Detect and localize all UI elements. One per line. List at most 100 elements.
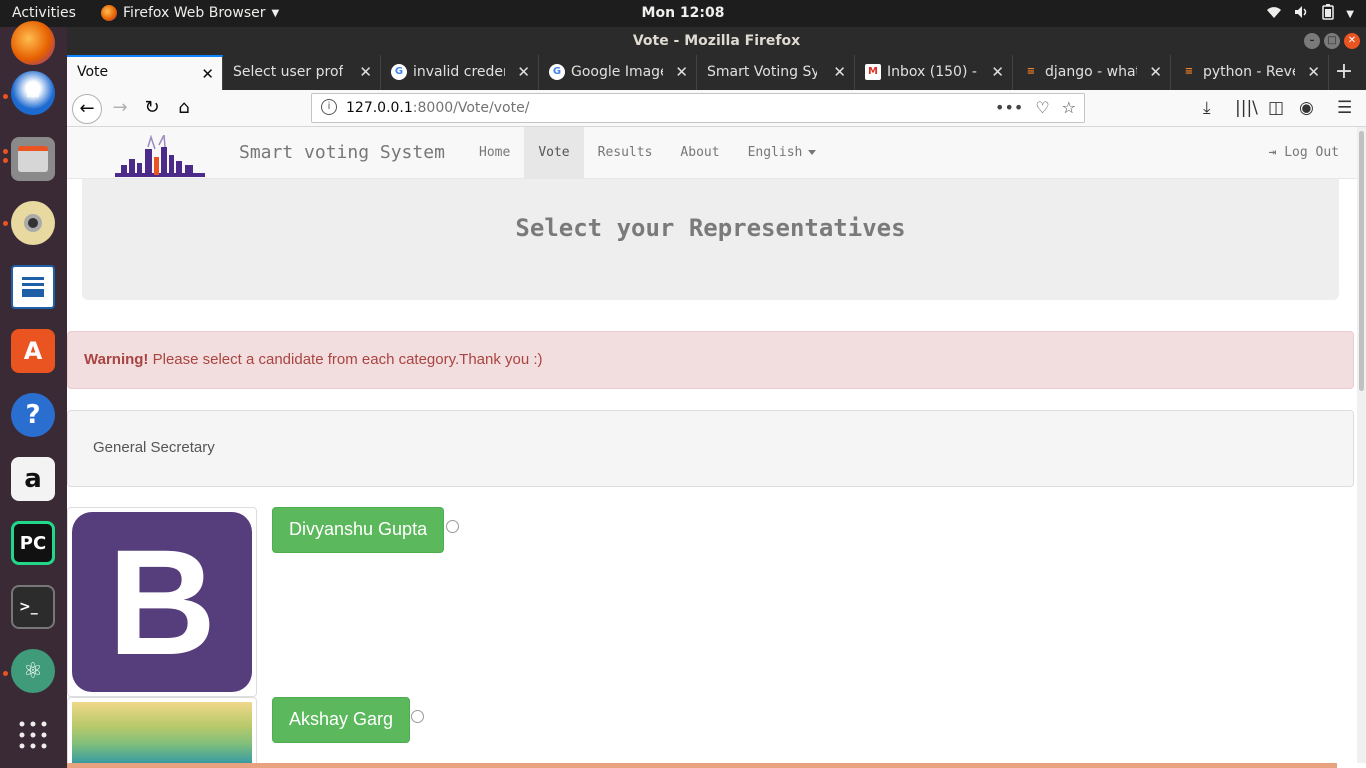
software-center-icon[interactable]: A: [11, 329, 55, 373]
nav-about[interactable]: About: [666, 127, 733, 179]
show-applications-icon[interactable]: [11, 713, 55, 757]
nature-photo-image: [72, 702, 252, 763]
close-icon[interactable]: ✕: [1307, 63, 1320, 81]
tab-select-user-profile[interactable]: Select user profile ✕: [223, 55, 381, 90]
close-icon[interactable]: ✕: [517, 63, 530, 81]
window-title: Vote - Mozilla Firefox: [632, 33, 801, 49]
thunderbird-icon[interactable]: ✉: [11, 71, 55, 115]
nav-vote[interactable]: Vote: [524, 127, 584, 179]
tab-vote[interactable]: Vote ✕: [67, 55, 223, 90]
tab-label: python - Rever: [1203, 64, 1295, 80]
tab-django[interactable]: ≡ django - what g ✕: [1013, 55, 1171, 90]
pycharm-icon[interactable]: PC: [11, 521, 55, 565]
google-icon: G: [549, 64, 565, 80]
tab-google-image[interactable]: G Google Image ✕: [539, 55, 697, 90]
rhythmbox-icon[interactable]: [11, 201, 55, 245]
category-title: General Secretary: [93, 439, 215, 456]
minimize-button[interactable]: –: [1304, 33, 1320, 49]
volume-icon: [1294, 5, 1310, 23]
forward-button[interactable]: →: [105, 94, 135, 124]
running-indicator: [3, 671, 8, 676]
info-icon[interactable]: i: [321, 99, 337, 115]
menu-icon[interactable]: ☰: [1337, 98, 1352, 118]
tab-label: Vote: [77, 64, 109, 80]
maximize-button[interactable]: □: [1324, 33, 1340, 49]
tab-python[interactable]: ≡ python - Rever ✕: [1171, 55, 1329, 90]
tab-strip: Vote ✕ Select user profile ✕ G invalid c…: [67, 55, 1366, 90]
close-icon[interactable]: ✕: [991, 63, 1004, 81]
page-header: Select your Representatives: [82, 179, 1339, 300]
page-actions-icon[interactable]: •••: [995, 98, 1023, 117]
running-indicator: [3, 158, 8, 163]
logout-link[interactable]: ⇥ Log Out: [1269, 145, 1339, 160]
library-icon[interactable]: |||\: [1235, 98, 1258, 118]
back-button[interactable]: ←: [72, 94, 102, 124]
url-path: :8000/Vote/vote/: [412, 100, 530, 116]
downloads-icon[interactable]: ⤓: [1203, 98, 1211, 118]
tab-label: django - what g: [1045, 64, 1137, 80]
terminal-icon[interactable]: >_: [11, 585, 55, 629]
alert-strong: Warning!: [84, 351, 149, 368]
atom-icon[interactable]: ⚛: [11, 649, 55, 693]
home-button[interactable]: ⌂: [169, 94, 199, 124]
url-bar[interactable]: i 127.0.0.1:8000/Vote/vote/ ••• ♡ ☆: [311, 93, 1085, 123]
nav-results[interactable]: Results: [584, 127, 667, 179]
stackoverflow-icon: ≡: [1026, 66, 1036, 77]
alert-message: Please select a candidate from each cate…: [148, 351, 543, 368]
close-icon[interactable]: ✕: [359, 63, 372, 81]
tab-inbox[interactable]: M Inbox (150) - sr ✕: [855, 55, 1013, 90]
category-heading: General Secretary: [67, 410, 1354, 487]
firefox-icon[interactable]: [11, 21, 55, 65]
reload-button[interactable]: ↻: [137, 94, 167, 124]
warning-alert: Warning! Please select a candidate from …: [67, 331, 1354, 389]
url-text: 127.0.0.1:8000/Vote/vote/: [346, 100, 529, 116]
running-indicator: [3, 149, 8, 154]
nav-home[interactable]: Home: [465, 127, 524, 179]
pocket-icon[interactable]: ♡: [1035, 98, 1049, 117]
sidebar-icon[interactable]: ◫: [1268, 98, 1284, 118]
window-title-bar: Vote - Mozilla Firefox – □ ✕: [67, 27, 1366, 55]
page-scrollbar[interactable]: [1357, 127, 1366, 763]
tab-smart-voting-system[interactable]: Smart Voting Syst ✕: [697, 55, 855, 90]
system-top-bar: Activities Firefox Web Browser ▼ Mon 12:…: [0, 0, 1366, 27]
tab-invalid-credentials[interactable]: G invalid credent ✕: [381, 55, 539, 90]
tab-label: Google Image: [571, 64, 663, 80]
files-icon[interactable]: [11, 137, 55, 181]
language-dropdown[interactable]: English: [734, 127, 831, 179]
account-icon[interactable]: ◉: [1299, 98, 1314, 118]
bootstrap-logo-image: B: [72, 512, 252, 692]
candidate-photo: [67, 697, 257, 763]
battery-icon: [1322, 4, 1335, 24]
new-tab-button[interactable]: +: [1329, 55, 1359, 90]
candidate-button[interactable]: Divyanshu Gupta: [272, 507, 445, 553]
close-icon[interactable]: ✕: [833, 63, 846, 81]
candidate-radio[interactable]: [446, 520, 459, 533]
page-bottom-bar: [67, 763, 1337, 768]
stackoverflow-icon: ≡: [1184, 66, 1194, 77]
scrollbar-thumb[interactable]: [1359, 131, 1364, 391]
bookmark-star-icon[interactable]: ☆: [1062, 98, 1076, 117]
chevron-down-icon: ▼: [1346, 8, 1354, 20]
wifi-icon: [1266, 5, 1282, 23]
close-icon[interactable]: ✕: [675, 63, 688, 81]
google-icon: G: [391, 64, 407, 80]
close-icon[interactable]: ✕: [201, 65, 214, 83]
amazon-icon[interactable]: a: [11, 457, 55, 501]
libreoffice-writer-icon[interactable]: [11, 265, 55, 309]
system-tray[interactable]: ▼: [1266, 4, 1354, 24]
close-icon[interactable]: ✕: [1149, 63, 1162, 81]
dock: ✉ A ? a PC >_ ⚛: [0, 21, 67, 768]
candidate-radio[interactable]: [411, 710, 424, 723]
site-brand[interactable]: Smart voting System: [239, 142, 445, 163]
tab-label: Select user profile: [233, 64, 343, 80]
clock[interactable]: Mon 12:08: [0, 5, 1366, 21]
running-indicator: [3, 94, 8, 99]
tab-label: Inbox (150) - sr: [887, 64, 979, 80]
help-icon[interactable]: ?: [11, 393, 55, 437]
candidate-button[interactable]: Akshay Garg: [272, 697, 411, 743]
site-logo[interactable]: [115, 132, 205, 183]
candidate-photo: B: [67, 507, 257, 697]
gmail-icon: M: [865, 64, 881, 80]
close-window-button[interactable]: ✕: [1344, 33, 1360, 49]
tab-label: Smart Voting Syst: [707, 64, 817, 80]
